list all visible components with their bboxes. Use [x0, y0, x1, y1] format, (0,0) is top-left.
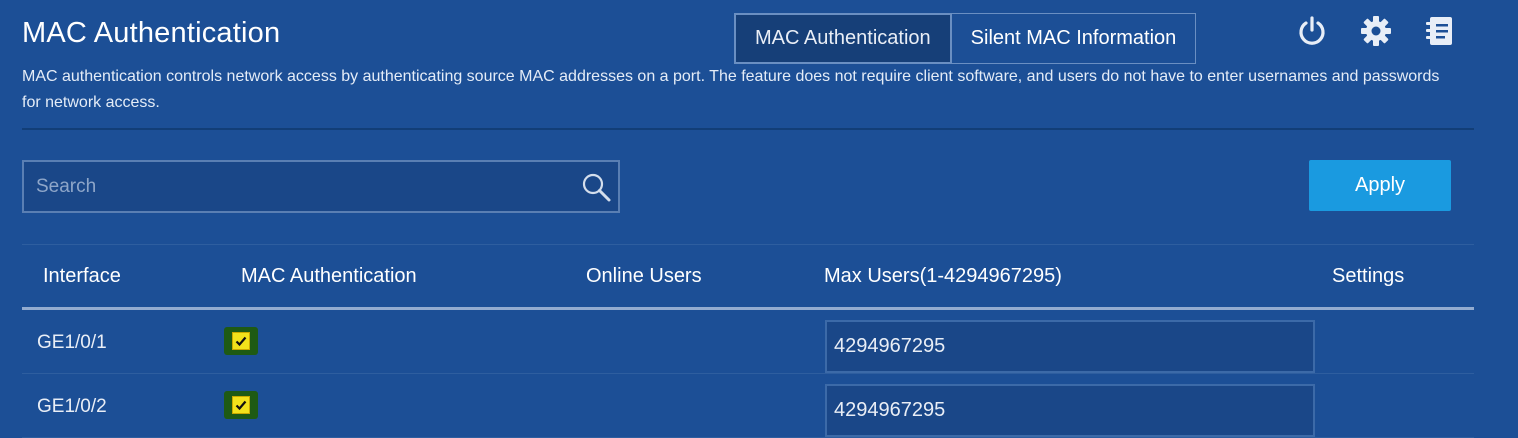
- interface-cell: GE1/0/1: [37, 332, 107, 353]
- interface-cell: GE1/0/2: [37, 396, 107, 417]
- notebook-icon[interactable]: [1423, 14, 1457, 48]
- table-row: GE1/0/2: [22, 374, 1474, 438]
- table-header: Interface MAC Authentication Online User…: [22, 244, 1474, 310]
- page-title: MAC Authentication: [22, 17, 281, 49]
- column-header-max-users: Max Users(1-4294967295): [824, 265, 1062, 287]
- mac-auth-table: Interface MAC Authentication Online User…: [22, 244, 1474, 438]
- gear-icon[interactable]: [1359, 14, 1393, 48]
- column-header-interface: Interface: [43, 265, 121, 287]
- column-header-settings: Settings: [1332, 265, 1405, 287]
- tab-mac-authentication[interactable]: MAC Authentication: [734, 13, 952, 64]
- mac-auth-checkbox[interactable]: [224, 391, 258, 419]
- apply-button[interactable]: Apply: [1309, 160, 1451, 211]
- header-divider: [22, 128, 1474, 130]
- table-row: GE1/0/1: [22, 310, 1474, 374]
- max-users-input[interactable]: [825, 384, 1315, 437]
- search-input[interactable]: [24, 162, 564, 211]
- column-header-online-users: Online Users: [586, 265, 702, 287]
- search-box: [22, 160, 620, 213]
- page-description: MAC authentication controls network acce…: [22, 68, 1440, 111]
- max-users-input[interactable]: [825, 320, 1315, 373]
- tab-silent-mac-information[interactable]: Silent MAC Information: [951, 13, 1197, 64]
- mac-auth-checkbox[interactable]: [224, 327, 258, 355]
- power-icon[interactable]: [1295, 14, 1329, 48]
- checkmark-icon: [232, 332, 250, 350]
- checkmark-icon: [232, 396, 250, 414]
- top-toolbar: [1295, 14, 1457, 48]
- search-icon[interactable]: [580, 171, 612, 203]
- column-header-mac-authentication: MAC Authentication: [241, 265, 417, 287]
- tab-bar: MAC Authentication Silent MAC Informatio…: [734, 13, 1197, 64]
